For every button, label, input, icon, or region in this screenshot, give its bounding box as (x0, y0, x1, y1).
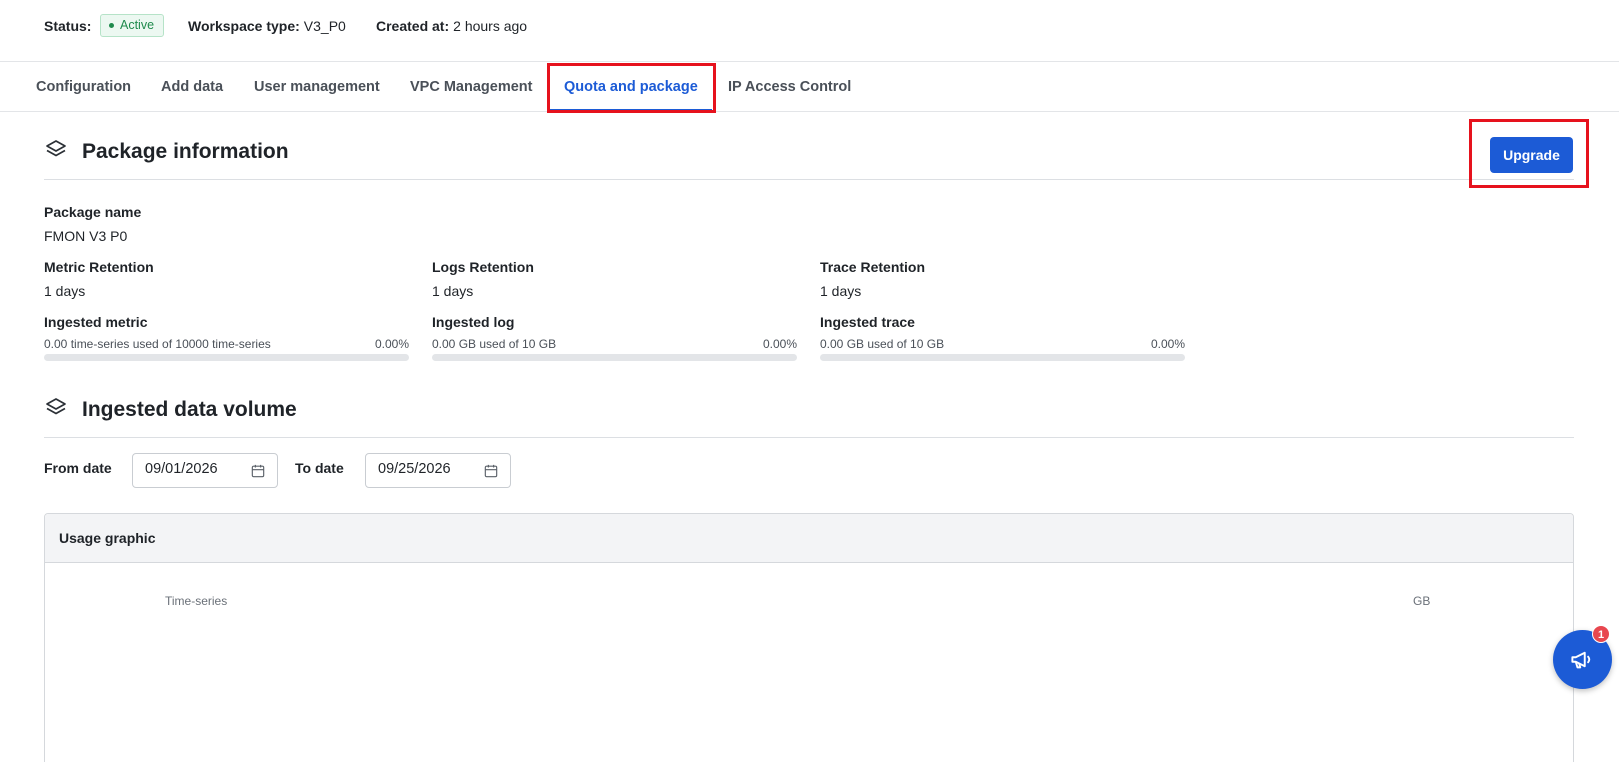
calendar-icon[interactable] (484, 464, 498, 478)
ingested-trace-label: Ingested trace (820, 314, 915, 330)
notification-count-badge: 1 (1592, 625, 1610, 643)
ingested-volume-header: Ingested data volume (44, 392, 1574, 438)
ingested-trace-detail: 0.00 GB used of 10 GB (820, 337, 945, 351)
tab-bar: Configuration Add data User management V… (0, 62, 1619, 112)
calendar-icon[interactable] (251, 464, 265, 478)
ingested-metric-percent: 0.00% (374, 337, 409, 351)
logs-retention-value: 1 days (432, 283, 474, 299)
megaphone-icon (1571, 651, 1591, 669)
ingested-metric-label: Ingested metric (44, 314, 148, 330)
from-date-field[interactable] (132, 453, 278, 488)
ingested-log-label: Ingested log (432, 314, 515, 330)
right-axis-name: GB (1413, 594, 1431, 608)
tab-add-data[interactable]: Add data (161, 62, 223, 111)
to-date-input[interactable] (378, 461, 478, 477)
ingested-log-percent: 0.00% (762, 337, 797, 351)
ingested-log-usage: Ingested log 0.00 GB used of 10 GB 0.00% (432, 314, 797, 361)
metric-retention-label: Metric Retention (44, 259, 154, 275)
ingested-volume-title: Ingested data volume (82, 398, 297, 421)
status-badge-text: Active (120, 18, 155, 32)
to-date-label: To date (295, 460, 344, 476)
from-date-label: From date (44, 460, 112, 476)
workspace-type-label: Workspace type: (188, 18, 300, 34)
ingested-log-progress (432, 354, 797, 361)
created-at-label: Created at: (376, 18, 450, 34)
tab-vpc-management[interactable]: VPC Management (410, 62, 532, 111)
usage-graphic-title: Usage graphic (59, 530, 156, 546)
created-at-value: 2 hours ago (453, 18, 528, 34)
ingested-metric-progress (44, 354, 409, 361)
package-name-label: Package name (44, 204, 142, 220)
usage-graphic-panel: Usage graphic Time-series GB (44, 513, 1574, 762)
trace-retention-value: 1 days (820, 283, 862, 299)
ingested-trace-percent: 0.00% (1150, 337, 1185, 351)
created-at: Created at: 2 hours ago (376, 18, 527, 34)
usage-graphic-header: Usage graphic (45, 514, 1573, 563)
package-info-title: Package information (82, 140, 289, 163)
layers-icon (46, 398, 66, 415)
status-badge: Active (100, 14, 165, 37)
package-info-header: Package information (44, 134, 1574, 180)
tab-quota-and-package[interactable]: Quota and package (550, 62, 712, 112)
tab-ip-access-control[interactable]: IP Access Control (728, 62, 851, 111)
trace-retention-label: Trace Retention (820, 259, 926, 275)
layers-icon (46, 140, 66, 157)
status-bar: Status: Active Workspace type: V3_P0 Crea… (0, 0, 1619, 62)
tab-configuration[interactable]: Configuration (36, 62, 131, 111)
left-axis-name: Time-series (165, 594, 228, 608)
ingested-metric-detail: 0.00 time-series used of 10000 time-seri… (44, 337, 271, 351)
ingested-metric-usage: Ingested metric 0.00 time-series used of… (44, 314, 409, 361)
ingested-trace-progress (820, 354, 1185, 361)
logs-retention-label: Logs Retention (432, 259, 534, 275)
package-name-value: FMON V3 P0 (44, 228, 128, 244)
workspace-type: Workspace type: V3_P0 (188, 18, 346, 34)
to-date-field[interactable] (365, 453, 511, 488)
upgrade-button[interactable]: Upgrade (1490, 137, 1573, 173)
tab-user-management[interactable]: User management (254, 62, 380, 111)
workspace-type-value: V3_P0 (303, 18, 346, 34)
ingested-log-detail: 0.00 GB used of 10 GB (432, 337, 557, 351)
metric-retention-value: 1 days (44, 283, 86, 299)
status-label: Status: (44, 18, 92, 34)
from-date-input[interactable] (145, 461, 245, 477)
ingested-trace-usage: Ingested trace 0.00 GB used of 10 GB 0.0… (820, 314, 1185, 361)
status-dot-icon (109, 23, 114, 28)
